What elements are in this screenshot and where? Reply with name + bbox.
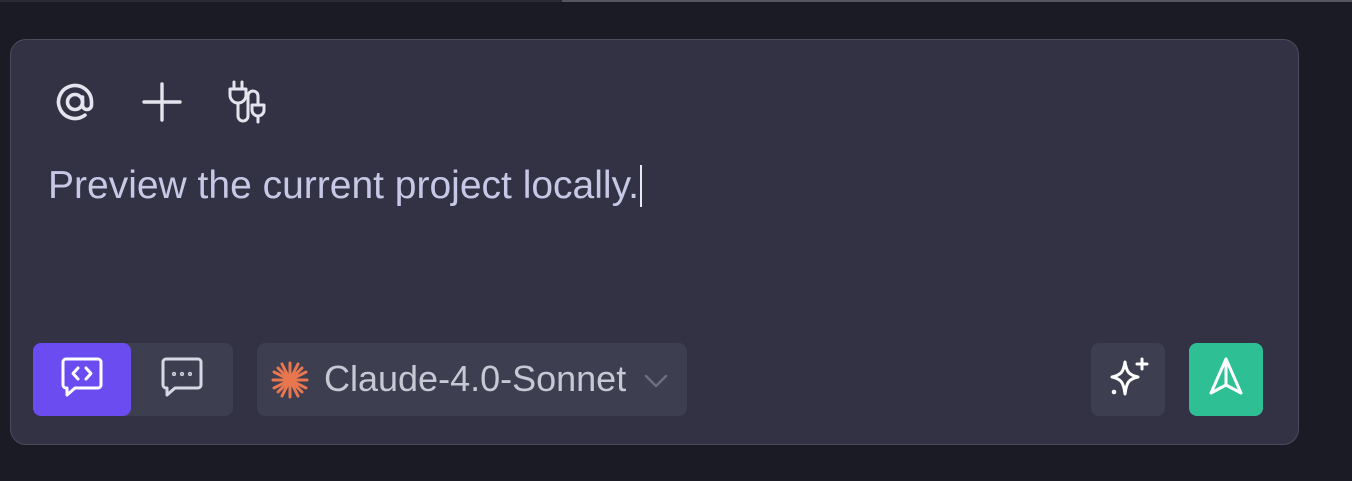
plus-icon xyxy=(138,78,186,126)
top-strip-divider xyxy=(562,0,1352,2)
mcp-tools-button[interactable] xyxy=(223,78,271,126)
prompt-input[interactable]: Preview the current project locally. xyxy=(48,163,1248,209)
mention-button[interactable] xyxy=(51,78,99,126)
claude-starburst-icon xyxy=(270,360,310,400)
code-chat-icon xyxy=(58,353,106,406)
chat-mode-button[interactable] xyxy=(131,343,233,416)
code-mode-button[interactable] xyxy=(33,343,131,416)
chat-composer-panel: Preview the current project locally. Cla… xyxy=(10,39,1299,445)
message-dots-icon xyxy=(158,353,206,406)
add-context-button[interactable] xyxy=(138,78,186,126)
sparkle-icon xyxy=(1104,353,1152,406)
model-name: Claude-4.0-Sonnet xyxy=(324,358,627,399)
enhance-prompt-button[interactable] xyxy=(1091,343,1165,416)
send-icon xyxy=(1202,353,1250,406)
chevron-down-icon xyxy=(642,367,670,395)
mode-toggle-group xyxy=(33,343,233,416)
send-button[interactable] xyxy=(1189,343,1263,416)
prompt-text: Preview the current project locally. xyxy=(48,164,640,207)
at-sign-icon xyxy=(51,78,99,126)
plug-icon xyxy=(223,78,271,126)
text-caret xyxy=(640,165,643,207)
model-selector[interactable]: Claude-4.0-Sonnet xyxy=(257,343,687,416)
